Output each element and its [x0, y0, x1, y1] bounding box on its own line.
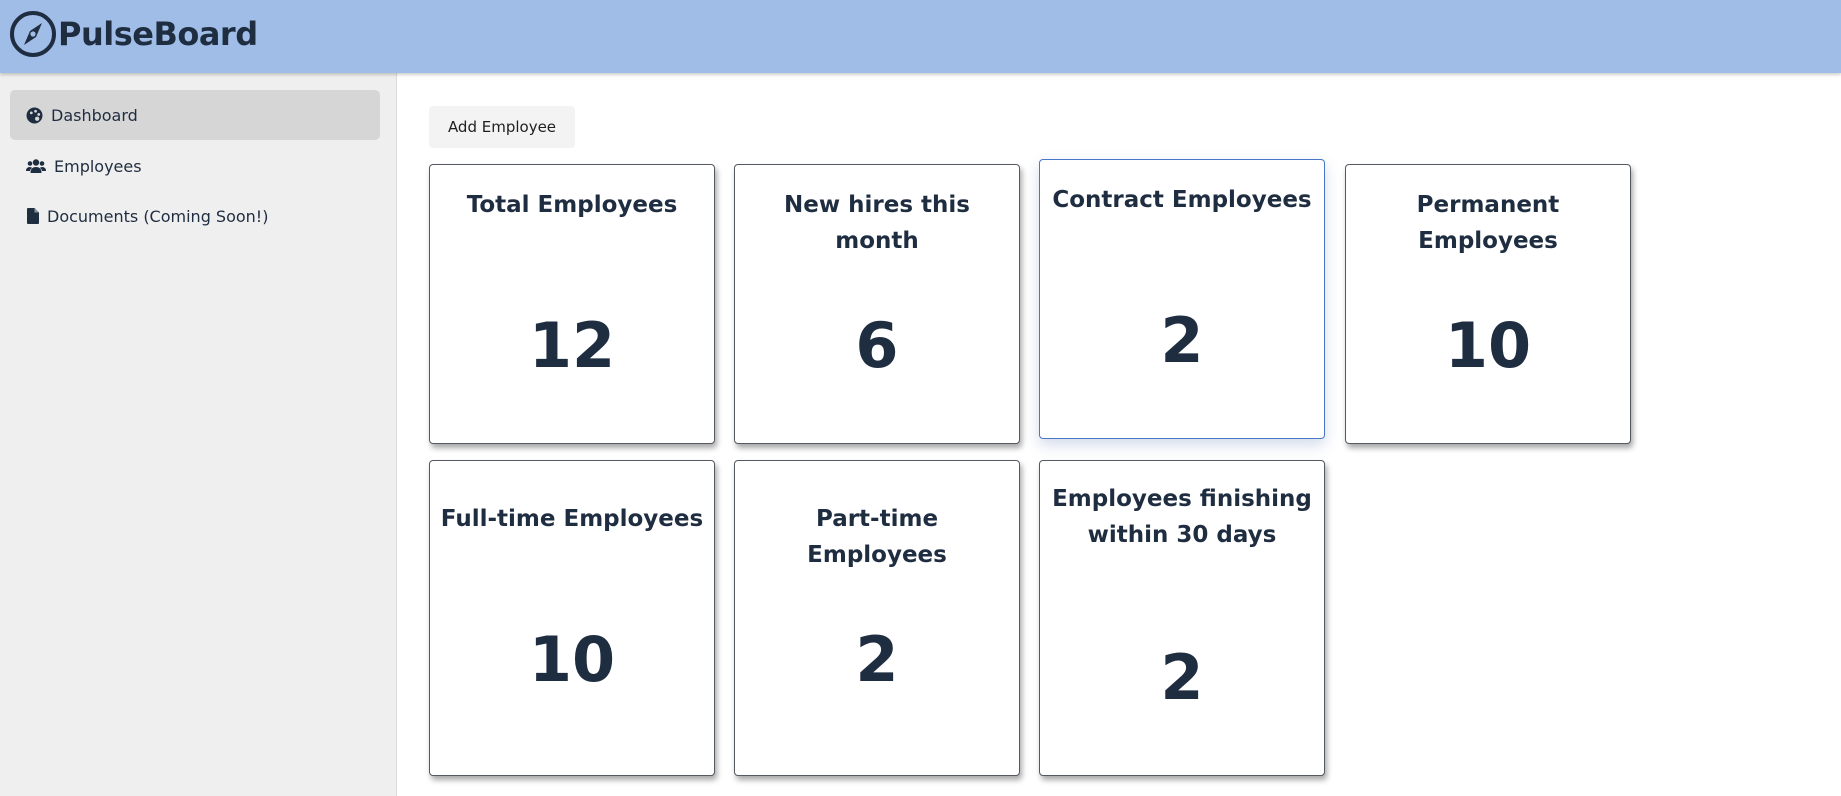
palette-icon: [26, 107, 43, 123]
stat-card-permanent[interactable]: Permanent Employees 10: [1345, 164, 1631, 444]
card-value: 10: [528, 623, 616, 696]
stat-card-new-hires[interactable]: New hires this month 6: [734, 164, 1020, 444]
sidebar-item-label: Documents (Coming Soon!): [47, 206, 269, 226]
sidebar: Dashboard Employees Documents (Coming So…: [0, 73, 397, 796]
users-icon: [26, 159, 46, 173]
stat-card-total[interactable]: Total Employees 12: [429, 164, 715, 444]
app-title[interactable]: PulseBoard: [58, 14, 258, 54]
sidebar-item-label: Dashboard: [51, 105, 138, 125]
card-title: Full-time Employees: [440, 506, 704, 532]
sidebar-item-label: Employees: [54, 156, 142, 176]
card-value: 2: [855, 623, 899, 696]
card-title: Total Employees: [466, 192, 678, 218]
sidebar-item-documents[interactable]: Documents (Coming Soon!): [10, 191, 380, 241]
card-value: 2: [1160, 304, 1204, 377]
card-value: 6: [855, 309, 899, 382]
stat-card-finishing-soon[interactable]: Employees finishing within 30 days 2: [1039, 460, 1325, 776]
sidebar-item-employees[interactable]: Employees: [10, 141, 380, 191]
card-value: 12: [528, 309, 616, 382]
card-title: Employees finishing within 30 days: [1052, 486, 1312, 548]
card-title: Part-time Employees: [807, 506, 947, 568]
card-value: 2: [1160, 641, 1204, 714]
card-value: 10: [1444, 309, 1532, 382]
app-header: PulseBoard: [0, 0, 1841, 73]
stat-card-part-time[interactable]: Part-time Employees 2: [734, 460, 1020, 776]
file-icon: [27, 208, 39, 224]
card-title: New hires this month: [784, 192, 970, 254]
card-title: Permanent Employees: [1416, 192, 1560, 254]
stat-card-full-time[interactable]: Full-time Employees 10: [429, 460, 715, 776]
compass-icon[interactable]: [9, 10, 57, 58]
add-employee-button[interactable]: Add Employee: [429, 106, 575, 148]
card-title: Contract Employees: [1052, 187, 1312, 213]
stat-card-contract[interactable]: Contract Employees 2: [1039, 159, 1325, 439]
sidebar-item-dashboard[interactable]: Dashboard: [10, 90, 380, 140]
